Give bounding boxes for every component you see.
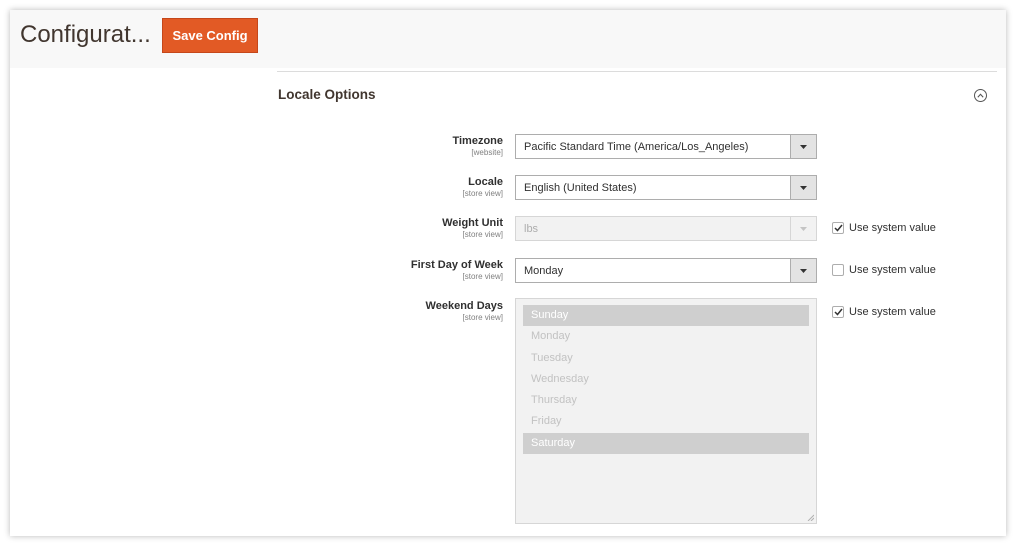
weekend-days-use-system-label: Use system value: [849, 306, 936, 318]
weekend-day-option[interactable]: Tuesday: [523, 348, 809, 369]
timezone-label: Timezone: [452, 135, 503, 147]
weight-unit-scope: [store view]: [462, 230, 503, 239]
locale-label-group: Locale [store view]: [340, 176, 503, 199]
caret-down-icon: [790, 259, 816, 282]
weekend-days-label-group: Weekend Days [store view]: [340, 300, 503, 323]
weight-unit-value: lbs: [524, 222, 539, 235]
resize-grip-icon[interactable]: [807, 514, 814, 521]
save-config-button[interactable]: Save Config: [162, 18, 258, 53]
weekend-day-option[interactable]: Sunday: [523, 305, 809, 327]
caret-down-icon: [790, 217, 816, 240]
weight-unit-label: Weight Unit: [442, 217, 503, 229]
timezone-select[interactable]: Pacific Standard Time (America/Los_Angel…: [515, 134, 817, 159]
weight-unit-use-system-label: Use system value: [849, 222, 936, 234]
first-day-use-system-checkbox[interactable]: [832, 264, 844, 276]
first-day-scope: [store view]: [462, 272, 503, 281]
checkmark-icon: [833, 308, 843, 316]
weekend-days-multiselect[interactable]: Sunday Monday Tuesday Wednesday Thursday…: [515, 298, 817, 524]
weekend-days-use-system[interactable]: Use system value: [832, 306, 936, 318]
timezone-label-group: Timezone [website]: [340, 135, 503, 158]
page-header: Configurat... Save Config: [10, 10, 1006, 68]
checkmark-icon: [833, 224, 843, 232]
locale-value: English (United States): [524, 181, 637, 194]
weekend-day-option[interactable]: Friday: [523, 411, 809, 432]
first-day-label: First Day of Week: [410, 259, 503, 271]
first-day-use-system-label: Use system value: [849, 264, 936, 276]
weekend-day-option[interactable]: Wednesday: [523, 369, 809, 390]
caret-down-icon: [790, 176, 816, 199]
caret-down-icon: [790, 135, 816, 158]
chevron-up-circle-icon[interactable]: [974, 89, 987, 102]
weekend-days-options: Sunday Monday Tuesday Wednesday Thursday…: [523, 305, 809, 455]
page-title: Configurat...: [20, 21, 151, 48]
weight-unit-use-system[interactable]: Use system value: [832, 222, 936, 234]
weekend-day-option[interactable]: Monday: [523, 326, 809, 347]
weekend-day-option[interactable]: Thursday: [523, 390, 809, 411]
locale-scope: [store view]: [462, 189, 503, 198]
section-divider: [277, 71, 997, 72]
weight-unit-label-group: Weight Unit [store view]: [340, 217, 503, 240]
weekend-day-option[interactable]: Saturday: [523, 432, 809, 455]
weekend-days-use-system-checkbox[interactable]: [832, 306, 844, 318]
weight-unit-use-system-checkbox[interactable]: [832, 222, 844, 234]
first-day-label-group: First Day of Week [store view]: [340, 259, 503, 282]
timezone-scope: [website]: [471, 148, 503, 157]
weekend-days-label: Weekend Days: [425, 300, 503, 312]
weekend-days-scope: [store view]: [462, 313, 503, 322]
first-day-select[interactable]: Monday: [515, 258, 817, 283]
configuration-page: Configurat... Save Config Locale Options…: [10, 10, 1006, 536]
weight-unit-select[interactable]: lbs: [515, 216, 817, 241]
first-day-use-system[interactable]: Use system value: [832, 264, 936, 276]
first-day-value: Monday: [524, 264, 564, 277]
timezone-value: Pacific Standard Time (America/Los_Angel…: [524, 140, 749, 153]
locale-label: Locale: [468, 176, 503, 188]
section-title: Locale Options: [278, 87, 376, 102]
locale-select[interactable]: English (United States): [515, 175, 817, 200]
